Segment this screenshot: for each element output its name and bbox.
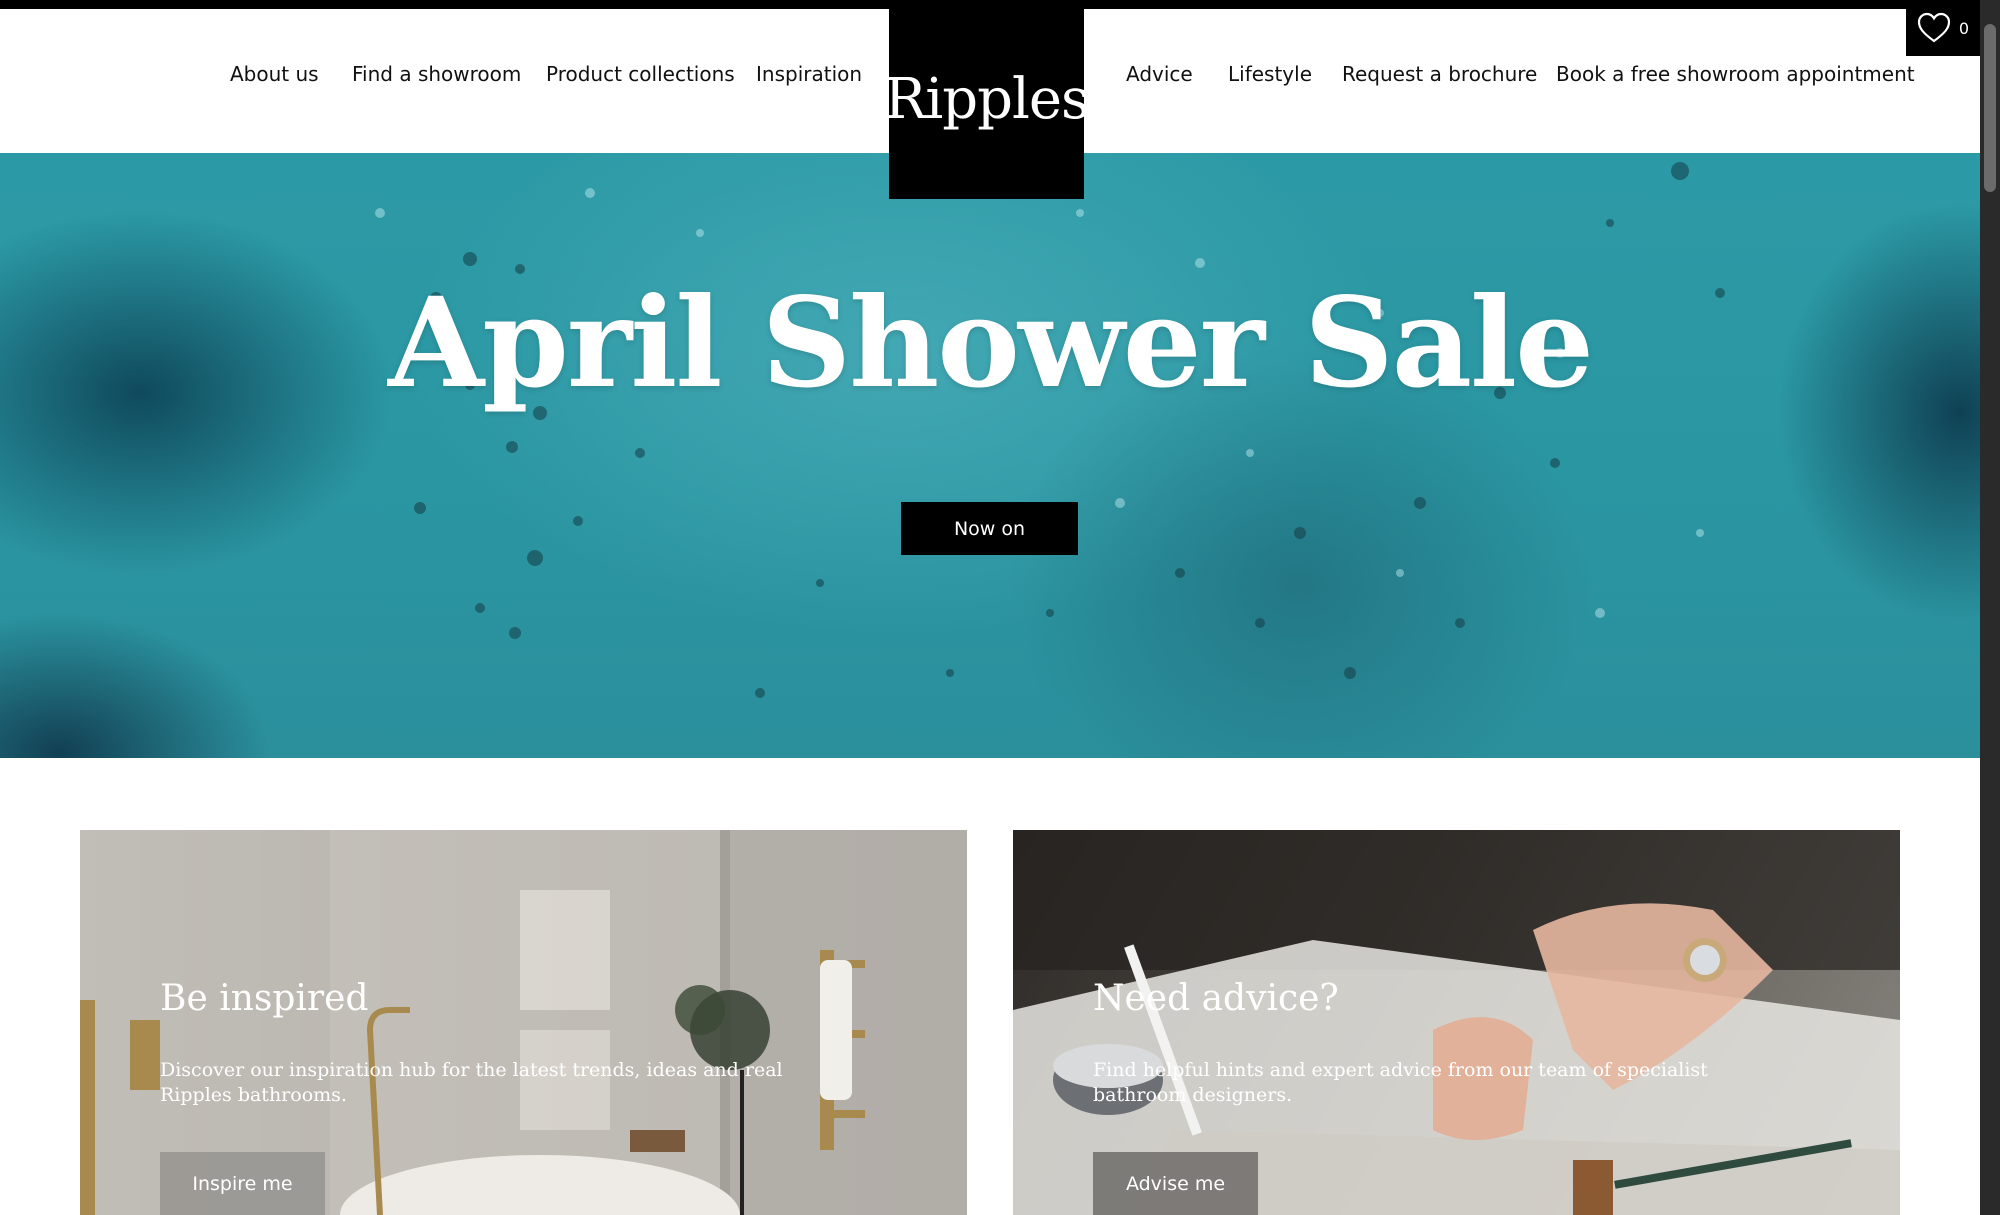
card-description: Find helpful hints and expert advice fro…	[1093, 1059, 1708, 1106]
nav-inspiration[interactable]: Inspiration	[756, 62, 862, 86]
water-droplets-texture	[375, 162, 1725, 698]
advise-me-button[interactable]: Advise me	[1093, 1152, 1258, 1215]
card-title: Need advice?	[1093, 978, 1339, 1019]
nav-book-appointment[interactable]: Book a free showroom appointment	[1556, 62, 1915, 86]
wishlist-button[interactable]: 0	[1906, 0, 1980, 56]
card-description: Discover our inspiration hub for the lat…	[160, 1059, 783, 1106]
wishlist-count: 0	[1958, 18, 1970, 38]
scrollbar-thumb[interactable]	[1984, 24, 1996, 192]
nav-lifestyle[interactable]: Lifestyle	[1228, 62, 1312, 86]
nav-request-brochure[interactable]: Request a brochure	[1342, 62, 1537, 86]
inspiration-card[interactable]: Be inspired Discover our inspiration hub…	[80, 830, 967, 1215]
nav-advice[interactable]: Advice	[1126, 62, 1193, 86]
heart-icon	[1917, 12, 1951, 43]
advice-card[interactable]: Need advice? Find helpful hints and expe…	[1013, 830, 1900, 1215]
nav-about-us[interactable]: About us	[230, 62, 319, 86]
now-on-button[interactable]: Now on	[901, 502, 1078, 555]
ripples-logo[interactable]: Ripples	[884, 0, 1090, 199]
nav-find-showroom[interactable]: Find a showroom	[352, 62, 521, 86]
page-scrollbar[interactable]	[1980, 0, 2000, 1215]
nav-product-collections[interactable]: Product collections	[546, 62, 735, 86]
card-title: Be inspired	[160, 978, 369, 1019]
inspire-me-button[interactable]: Inspire me	[160, 1152, 325, 1215]
hero-banner: April Shower Sale Now on	[0, 153, 1980, 758]
logo-text: Ripples	[884, 67, 1090, 132]
hero-title: April Shower Sale	[387, 271, 1594, 416]
